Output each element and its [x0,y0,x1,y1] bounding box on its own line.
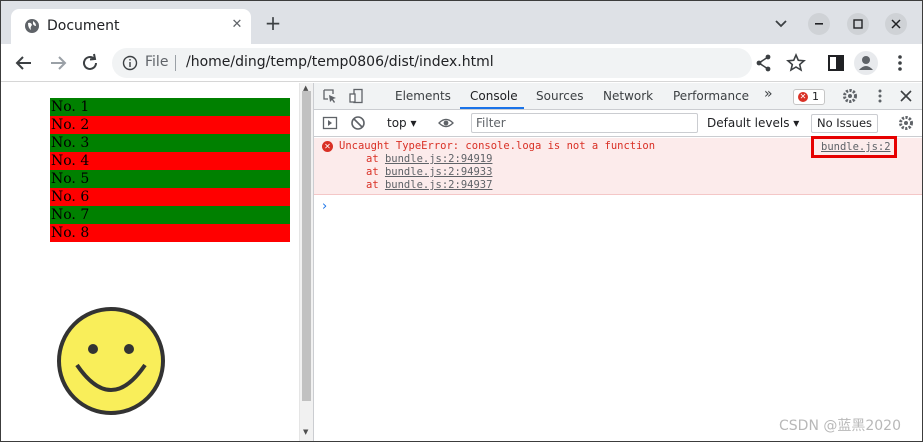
stack-frame-link[interactable]: bundle.js:2:94919 [385,153,492,165]
browser-window: Document ✕ + File /home/ding/temp/temp08… [0,0,923,442]
error-count: 1 [812,90,819,103]
info-icon[interactable] [122,55,138,71]
issues-button[interactable]: No Issues [811,114,878,133]
browser-toolbar: File /home/ding/temp/temp0806/dist/index… [1,44,922,82]
clear-console-icon[interactable] [350,115,366,131]
error-count-badge[interactable]: ✕ 1 [793,89,825,105]
live-expression-eye-icon[interactable] [438,115,454,131]
person-icon [859,56,873,70]
list-item: No. 5 [50,170,290,188]
device-toolbar-icon[interactable] [348,88,364,104]
sidebar-toggle-icon[interactable] [322,115,338,131]
list-item: No. 1 [50,98,290,116]
page-scrollbar[interactable]: ▲ ▼ [299,83,313,441]
tab-title: Document [47,18,120,34]
close-devtools-icon[interactable] [898,88,914,104]
list-item: No. 4 [50,152,290,170]
kebab-menu-icon[interactable] [889,52,911,74]
tab-console[interactable]: Console [470,89,518,103]
error-x-icon: ✕ [798,92,808,102]
watermark: CSDN @蓝黑2020 [779,418,901,434]
chevron-down-icon[interactable] [773,15,789,31]
stack-frame-link[interactable]: bundle.js:2:94937 [385,179,492,191]
context-select[interactable]: top ▾ [387,116,417,130]
scrollbar-thumb[interactable] [302,91,311,401]
inspect-element-icon[interactable] [322,88,338,104]
devtools-panel: Elements Console Sources Network Perform… [313,83,922,441]
side-panel-icon[interactable] [825,52,847,74]
stack-frame-prefix: at [366,153,385,165]
devtools-menu-icon[interactable] [872,88,888,104]
stack-frame-prefix: at [366,166,385,178]
browser-tab-document[interactable]: Document ✕ [11,9,251,44]
devtools-tab-bar: Elements Console Sources Network Perform… [314,83,922,110]
settings-gear-icon[interactable] [842,88,858,104]
stack-frame: at bundle.js:2:94933 [366,166,492,178]
console-prompt[interactable]: › [322,199,327,214]
globe-icon [25,19,39,33]
stack-frame-prefix: at [366,179,385,191]
list-item: No. 3 [50,134,290,152]
omnibox-scheme-label: File [145,54,169,70]
list-item: No. 7 [50,206,290,224]
active-tab-indicator [460,107,524,109]
close-tab-icon[interactable]: ✕ [229,17,245,33]
tab-network[interactable]: Network [603,89,653,103]
scroll-down-arrow-icon[interactable]: ▼ [303,428,308,436]
reload-icon[interactable] [79,52,101,74]
new-tab-button[interactable]: + [263,13,283,33]
address-bar[interactable]: File /home/ding/temp/temp0806/dist/index… [112,48,752,78]
smiley-face-image [57,307,165,415]
log-levels-dropdown[interactable]: Default levels ▾ [707,116,799,130]
tab-strip: Document ✕ + [1,1,922,44]
more-tabs-button[interactable]: » [764,86,773,102]
list-item: No. 6 [50,188,290,206]
context-select-value: top [387,116,407,130]
error-text: Uncaught TypeError: console.loga is not … [339,140,656,152]
console-settings-gear-icon[interactable] [898,115,914,131]
console-filter-input[interactable]: Filter [471,113,698,133]
profile-avatar[interactable] [854,51,878,75]
console-toolbar: top ▾ Filter Default levels ▾ No Issues [314,110,922,137]
forward-arrow-icon[interactable] [47,52,69,74]
url-text[interactable]: /home/ding/temp/temp0806/dist/index.html [186,54,494,70]
close-icon [891,19,901,29]
tab-performance[interactable]: Performance [673,89,749,103]
stack-frame-link[interactable]: bundle.js:2:94933 [385,166,492,178]
log-levels-label: Default levels [707,116,790,130]
list-item: No. 2 [50,116,290,134]
tab-elements[interactable]: Elements [395,89,451,103]
list-item: No. 8 [50,224,290,242]
close-window-button[interactable] [885,13,907,35]
filter-placeholder: Filter [476,116,506,130]
stack-frame: at bundle.js:2:94937 [366,179,492,191]
back-arrow-icon[interactable] [13,52,35,74]
omnibox-separator [175,55,176,71]
error-source-link[interactable]: bundle.js:2 [821,141,891,153]
minimize-icon [815,23,823,25]
bookmark-star-icon[interactable] [785,52,807,74]
maximize-button[interactable] [847,13,869,35]
stack-frame: at bundle.js:2:94919 [366,153,492,165]
page-viewport: No. 1 No. 2 No. 3 No. 4 No. 5 No. 6 No. 7 No. 8 [1,83,299,441]
tab-sources[interactable]: Sources [536,89,583,103]
error-icon: ✕ [322,141,333,152]
maximize-icon [853,19,863,29]
numbered-list: No. 1 No. 2 No. 3 No. 4 No. 5 No. 6 No. 7 No. 8 [50,98,290,242]
minimize-button[interactable] [808,13,830,35]
share-icon[interactable] [753,52,775,74]
